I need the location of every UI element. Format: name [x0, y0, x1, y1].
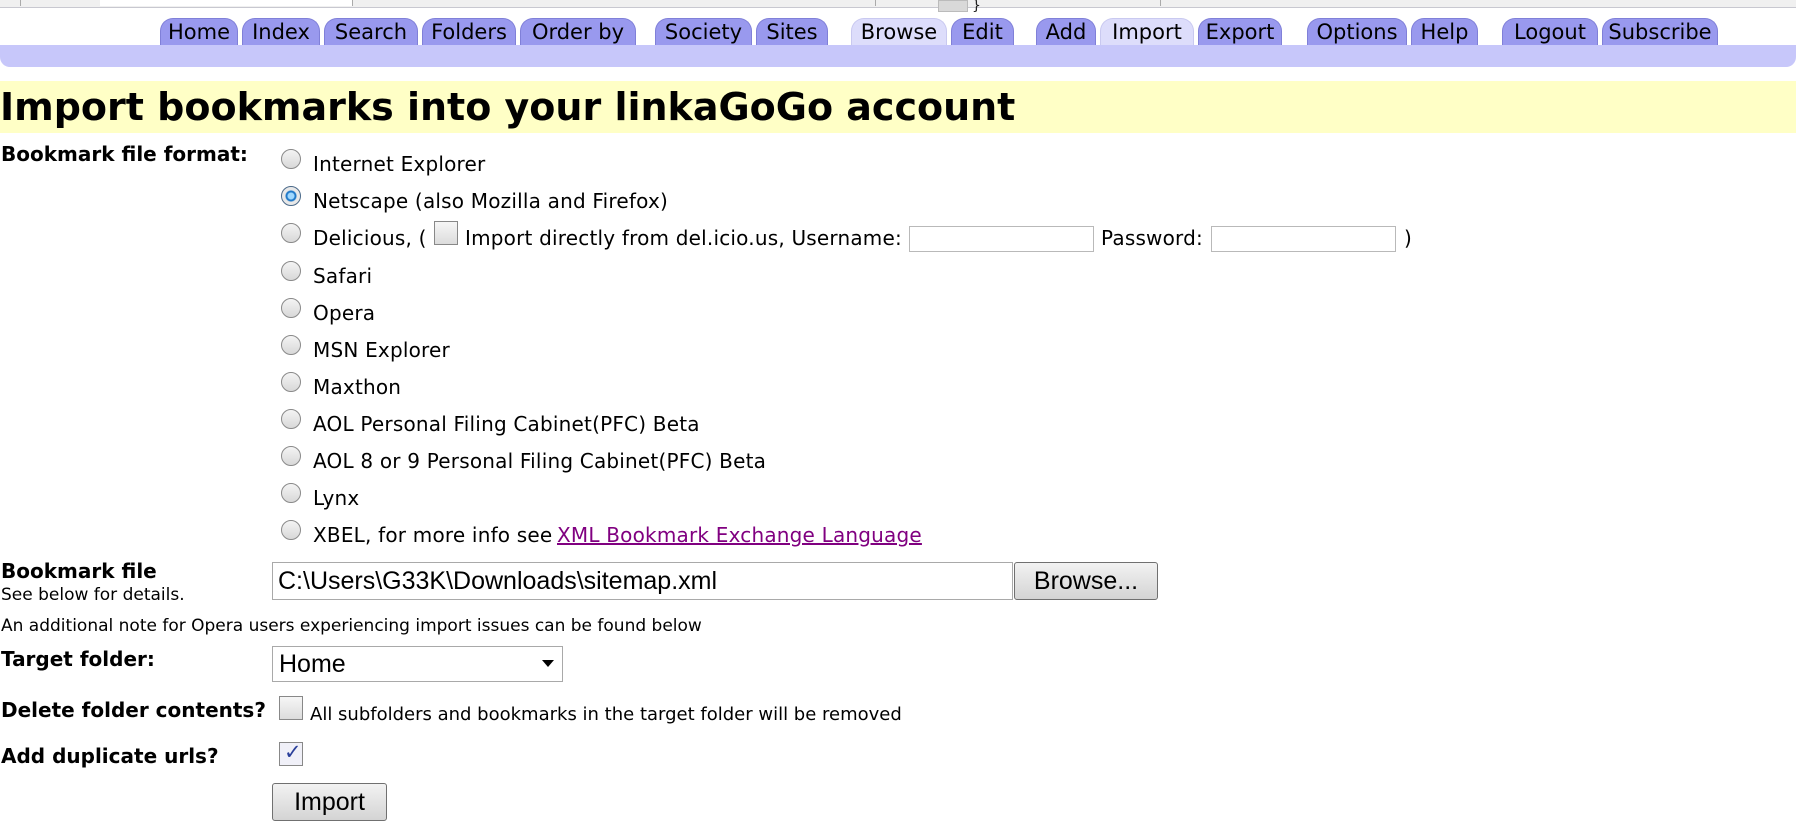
- tab-browse[interactable]: Browse: [851, 18, 947, 45]
- tab-help[interactable]: Help: [1411, 18, 1478, 45]
- delicious-direct-label: Import directly from del.icio.us, Userna…: [465, 226, 902, 250]
- brace-glyph: }: [972, 0, 981, 14]
- radio-button[interactable]: [281, 261, 301, 281]
- option-label: AOL Personal Filing Cabinet(PFC) Beta: [313, 412, 700, 436]
- radio-button[interactable]: [281, 335, 301, 355]
- xbel-info-link[interactable]: XML Bookmark Exchange Language: [557, 523, 922, 547]
- target-folder-select[interactable]: Home: [272, 646, 563, 682]
- duplicates-label: Add duplicate urls?: [1, 744, 219, 768]
- tab-export[interactable]: Export: [1198, 18, 1282, 45]
- format-option-xbel[interactable]: XBEL, for more info see XML Bookmark Exc…: [281, 520, 981, 547]
- strip-divider: [875, 0, 876, 6]
- tab-edit[interactable]: Edit: [951, 18, 1014, 45]
- tab-folders[interactable]: Folders: [422, 18, 516, 45]
- delete-note: All subfolders and bookmarks in the targ…: [310, 704, 902, 725]
- browse-button[interactable]: Browse...: [1014, 562, 1158, 600]
- strip-divider: [1160, 0, 1161, 6]
- radio-button[interactable]: [281, 223, 301, 243]
- close-paren: ): [1404, 226, 1413, 250]
- option-label: Maxthon: [313, 375, 402, 399]
- scroll-knob[interactable]: [938, 0, 968, 12]
- option-label: Safari: [313, 264, 373, 288]
- option-label: Opera: [313, 301, 376, 325]
- tab-logout[interactable]: Logout: [1502, 18, 1598, 45]
- tab-society[interactable]: Society: [655, 18, 752, 45]
- checkmark-icon: ✓: [284, 740, 302, 764]
- radio-button-selected[interactable]: [281, 186, 301, 206]
- strip-field: [100, 0, 353, 6]
- delicious-password-label: Password:: [1101, 226, 1203, 250]
- format-option-delicious[interactable]: Delicious, ( Import directly from del.ic…: [281, 221, 1421, 252]
- file-path-input[interactable]: C:\Users\G33K\Downloads\sitemap.xml: [272, 562, 1013, 600]
- option-label: XBEL, for more info see: [313, 523, 553, 547]
- option-label: Internet Explorer: [313, 152, 486, 176]
- browser-top-strip: [0, 0, 1796, 8]
- radio-button[interactable]: [281, 409, 301, 429]
- delete-contents-checkbox[interactable]: [279, 696, 303, 720]
- tab-import[interactable]: Import: [1100, 18, 1194, 45]
- opera-note: An additional note for Opera users exper…: [1, 616, 702, 636]
- format-label: Bookmark file format:: [1, 142, 248, 166]
- duplicates-checkbox[interactable]: ✓: [279, 740, 303, 766]
- import-button[interactable]: Import: [272, 783, 387, 821]
- option-label: Lynx: [313, 486, 360, 510]
- chevron-down-icon: [542, 660, 554, 667]
- tab-add[interactable]: Add: [1036, 18, 1096, 45]
- delicious-direct-checkbox[interactable]: [434, 221, 458, 245]
- file-sublabel: See below for details.: [1, 585, 185, 605]
- radio-button[interactable]: [281, 298, 301, 318]
- tab-index[interactable]: Index: [242, 18, 320, 45]
- delicious-username-input[interactable]: [909, 226, 1094, 252]
- delete-label: Delete folder contents?: [1, 698, 266, 722]
- tab-subscribe[interactable]: Subscribe: [1602, 18, 1718, 45]
- nav-bar: [0, 45, 1796, 67]
- radio-button[interactable]: [281, 372, 301, 392]
- tab-options[interactable]: Options: [1307, 18, 1407, 45]
- tab-sites[interactable]: Sites: [756, 18, 828, 45]
- tab-order-by[interactable]: Order by: [520, 18, 636, 45]
- strip-divider: [20, 0, 21, 6]
- tab-search[interactable]: Search: [324, 18, 418, 45]
- option-label: MSN Explorer: [313, 338, 450, 362]
- file-label: Bookmark file: [1, 559, 157, 583]
- option-label: Delicious, (: [313, 226, 427, 250]
- radio-button[interactable]: [281, 520, 301, 540]
- option-label: AOL 8 or 9 Personal Filing Cabinet(PFC) …: [313, 449, 767, 473]
- target-label: Target folder:: [1, 647, 155, 671]
- delicious-password-input[interactable]: [1211, 226, 1396, 252]
- tab-home[interactable]: Home: [160, 18, 238, 45]
- target-folder-value: Home: [279, 650, 346, 678]
- radio-button[interactable]: [281, 149, 301, 169]
- option-label: Netscape (also Mozilla and Firefox): [313, 189, 669, 213]
- page-title: Import bookmarks into your linkaGoGo acc…: [0, 85, 1016, 129]
- radio-button[interactable]: [281, 483, 301, 503]
- radio-button[interactable]: [281, 446, 301, 466]
